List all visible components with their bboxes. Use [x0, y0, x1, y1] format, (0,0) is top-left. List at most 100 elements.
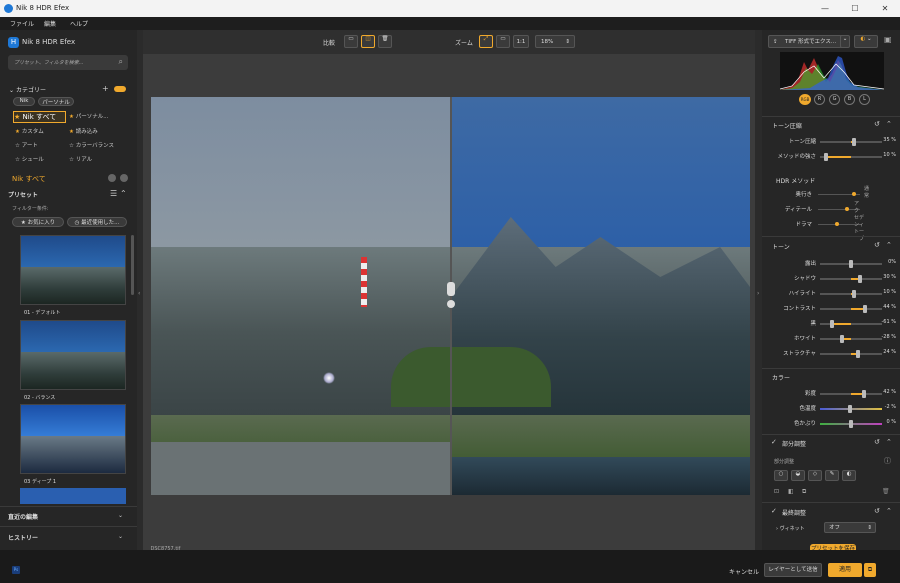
- recent-edits-chevron-icon[interactable]: ⌄: [118, 512, 123, 519]
- view-icon[interactable]: ▣: [884, 35, 896, 47]
- add-preset-icon[interactable]: [108, 174, 116, 182]
- filter-favorites[interactable]: ★ お気に入り: [12, 217, 64, 227]
- split-divider[interactable]: [450, 97, 452, 495]
- collapse-icon[interactable]: ⌃: [886, 120, 892, 128]
- close-button[interactable]: ✕: [870, 0, 900, 17]
- loupe-select[interactable]: ◐ ⌄: [854, 35, 878, 48]
- tone-slider[interactable]: [820, 323, 882, 325]
- history-header[interactable]: ヒストリー: [8, 533, 38, 542]
- channel-r[interactable]: R: [814, 94, 825, 105]
- tone-knob[interactable]: [858, 275, 863, 283]
- category-art[interactable]: ☆ アート: [15, 141, 38, 149]
- zoom-fit-icon[interactable]: ⤢: [479, 35, 493, 48]
- hdr-drama-dot[interactable]: [835, 222, 839, 226]
- invert-icon[interactable]: ◧: [788, 488, 794, 495]
- tone-knob[interactable]: [862, 305, 867, 313]
- zoom-select[interactable]: 18% ⇕: [535, 35, 575, 48]
- tone-fill: [832, 323, 851, 325]
- zoom-fill-icon[interactable]: ▭: [496, 35, 510, 48]
- cancel-button[interactable]: キャンセル: [729, 567, 759, 576]
- split-handle-alt[interactable]: [447, 300, 455, 308]
- help-icon[interactable]: ⓘ: [884, 456, 891, 466]
- brush-icon[interactable]: ✎: [825, 470, 839, 481]
- preset-thumb-4[interactable]: [20, 488, 126, 504]
- channel-rgb[interactable]: RGB: [799, 94, 811, 105]
- hdr-detail-dot[interactable]: [845, 207, 849, 211]
- minimize-button[interactable]: —: [810, 0, 840, 17]
- maximize-button[interactable]: ☐: [840, 0, 870, 17]
- collapse-left-panel-icon[interactable]: ‹: [138, 290, 140, 297]
- category-toggle[interactable]: [114, 86, 126, 92]
- recent-edits-header[interactable]: 直近の編集: [8, 512, 38, 521]
- export-dropdown-icon[interactable]: ⌄: [840, 35, 850, 48]
- color-knob[interactable]: [862, 390, 867, 398]
- reset-icon[interactable]: ↺: [874, 120, 880, 128]
- tone-knob[interactable]: [840, 335, 845, 343]
- control-point-icon[interactable]: ○: [774, 470, 788, 481]
- menu-edit[interactable]: 編集: [44, 19, 56, 28]
- split-handle[interactable]: [447, 282, 455, 296]
- apply-options-icon[interactable]: ⧉: [864, 563, 876, 577]
- hdr-depth-dot[interactable]: [852, 192, 856, 196]
- channel-l[interactable]: L: [859, 94, 870, 105]
- filter-recent[interactable]: ◷ 最近使用した...: [67, 217, 127, 227]
- reset-icon[interactable]: ↺: [874, 507, 880, 515]
- channel-b[interactable]: B: [844, 94, 855, 105]
- color-knob[interactable]: [848, 405, 853, 413]
- pill-personal[interactable]: パーソナル: [38, 97, 74, 106]
- category-color-balance[interactable]: ☆ カラーバランス: [69, 141, 114, 149]
- category-nik-all[interactable]: ★ Nik すべて: [13, 111, 66, 123]
- category-header[interactable]: ⌄ カテゴリー: [9, 85, 46, 94]
- list-view-icon[interactable]: ☰: [110, 189, 117, 198]
- menu-file[interactable]: ファイル: [10, 19, 34, 28]
- search-input[interactable]: プリセット、フィルタを検索... ⌕: [8, 55, 128, 70]
- send-as-layer-button[interactable]: レイヤーとして送信: [764, 563, 822, 577]
- preset-thumb-2[interactable]: [20, 320, 126, 390]
- collapse-icon[interactable]: ⌃: [886, 507, 892, 515]
- category-personal[interactable]: ★ パーソナル...: [69, 112, 108, 120]
- luminosity-icon[interactable]: ◐: [842, 470, 856, 481]
- category-real[interactable]: ☆ リアル: [69, 155, 92, 163]
- finish-checkbox[interactable]: ✓: [771, 507, 777, 515]
- category-import[interactable]: ★ 読み込み: [69, 127, 98, 135]
- collapse-icon[interactable]: ⌃: [886, 438, 892, 446]
- copy-icon[interactable]: ⧉: [802, 488, 806, 496]
- color-knob[interactable]: [849, 420, 853, 428]
- preset-thumb-1[interactable]: [20, 235, 126, 305]
- channel-g[interactable]: G: [829, 94, 840, 105]
- vignette-label: › ヴィネット: [776, 526, 805, 532]
- settings-icon[interactable]: [120, 174, 128, 182]
- collapse-right-panel-icon[interactable]: ›: [757, 290, 759, 297]
- tone-knob[interactable]: [830, 320, 835, 328]
- tone-slider[interactable]: [820, 338, 882, 340]
- partial-checkbox[interactable]: ✓: [771, 438, 777, 446]
- tone-knob[interactable]: [852, 290, 857, 298]
- compare-side-icon[interactable]: ▭: [344, 35, 358, 48]
- pill-nik[interactable]: Nik: [13, 97, 35, 106]
- preset-thumb-3[interactable]: [20, 404, 126, 474]
- tone-compression-knob[interactable]: [824, 153, 829, 161]
- menu-help[interactable]: ヘルプ: [70, 19, 88, 28]
- tone-knob[interactable]: [849, 260, 853, 268]
- compare-delete-icon[interactable]: 🗑: [378, 35, 392, 48]
- trash-icon[interactable]: 🗑: [882, 488, 890, 495]
- add-category-icon[interactable]: +: [102, 84, 109, 93]
- radial-icon[interactable]: ◒: [791, 470, 805, 481]
- mask-icon[interactable]: ⊡: [774, 488, 779, 495]
- reset-icon[interactable]: ↺: [874, 241, 880, 249]
- vignette-select[interactable]: オフ ⇕: [824, 522, 876, 533]
- collapse-icon[interactable]: ⌃: [120, 189, 127, 198]
- zoom-1to1-button[interactable]: 1:1: [513, 35, 529, 48]
- tone-knob[interactable]: [856, 350, 861, 358]
- category-surreal[interactable]: ☆ シュール: [15, 155, 44, 163]
- apply-button[interactable]: 適用: [828, 563, 862, 577]
- collapse-icon[interactable]: ⌃: [886, 241, 892, 249]
- compare-split-icon[interactable]: ◫: [361, 35, 375, 48]
- polygon-icon[interactable]: ◇: [808, 470, 822, 481]
- export-select[interactable]: ⇪ TIFF 形式でエクス...: [768, 35, 848, 48]
- category-custom[interactable]: ★ カスタム: [15, 127, 44, 135]
- tone-compression-knob[interactable]: [852, 138, 857, 146]
- reset-icon[interactable]: ↺: [874, 438, 880, 446]
- history-chevron-icon[interactable]: ⌄: [118, 533, 123, 540]
- preset-scrollbar[interactable]: [131, 235, 134, 295]
